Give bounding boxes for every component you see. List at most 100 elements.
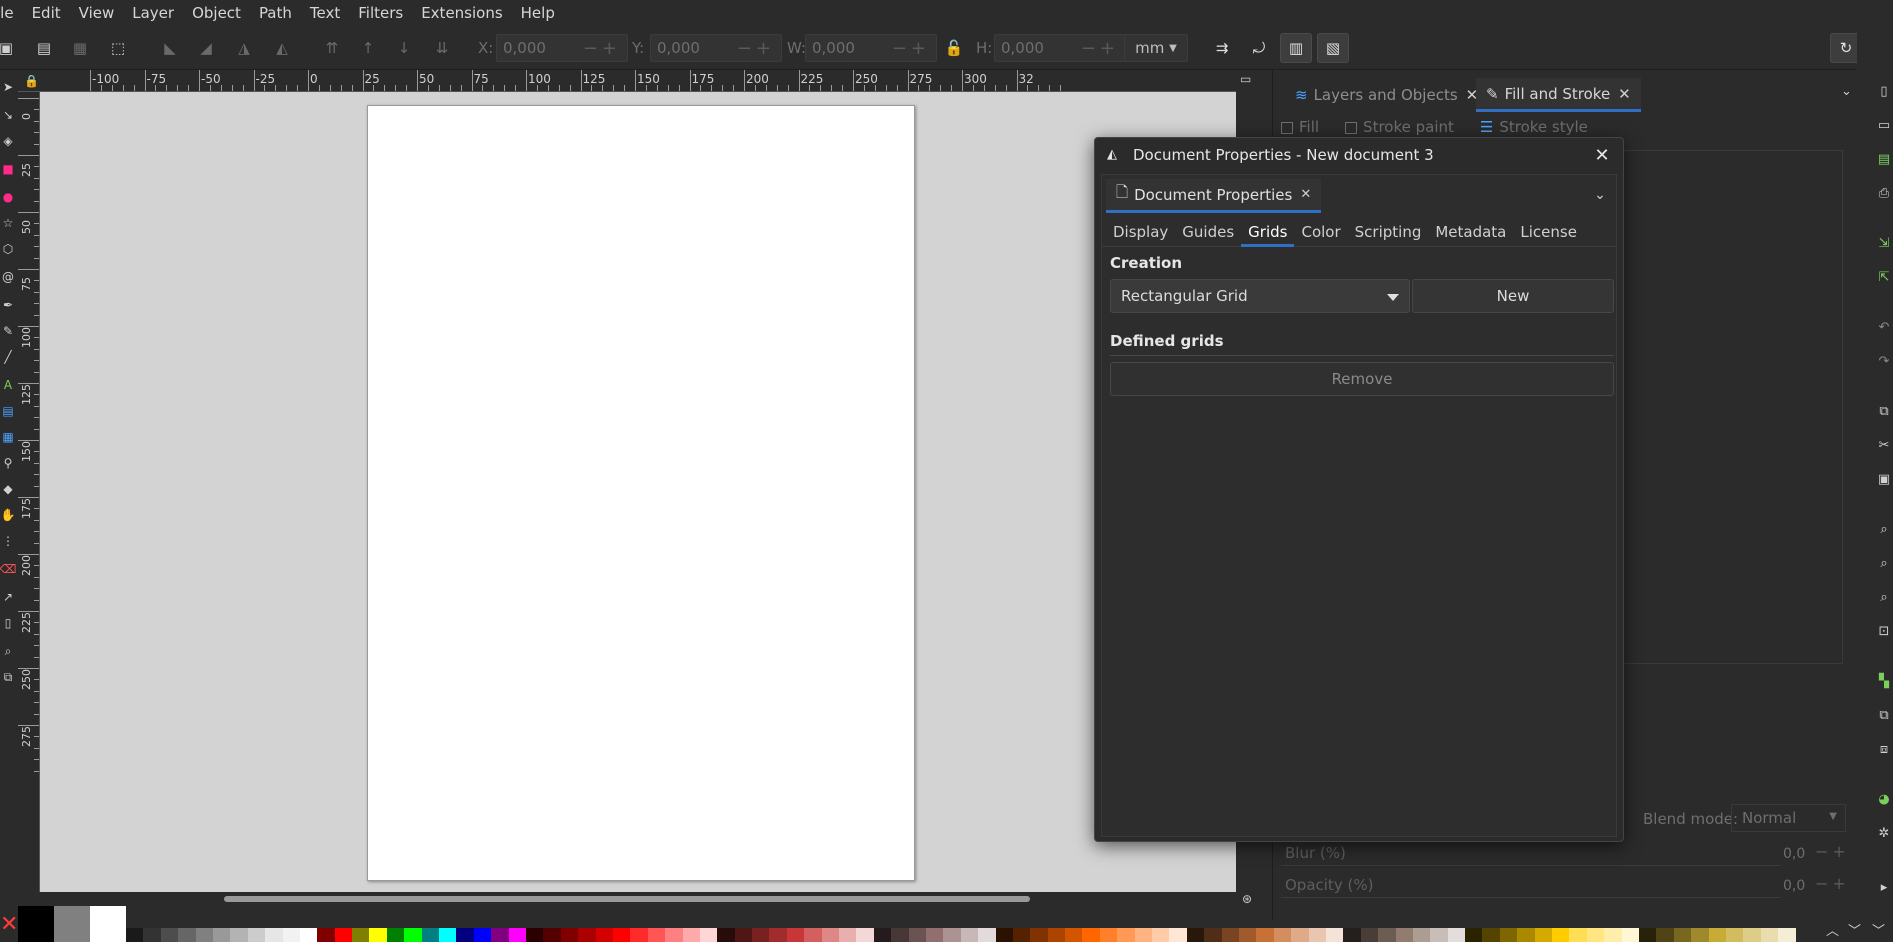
width-field[interactable]: W: 0,000 −+ [787, 34, 937, 62]
palette-swatch[interactable] [386, 928, 405, 942]
ungroup-icon[interactable]: ✲ [1875, 824, 1893, 842]
dropper-tool-icon[interactable]: ⚲ [0, 454, 16, 472]
close-icon[interactable]: ✕ [1618, 85, 1631, 103]
spiral-tool-icon[interactable]: @ [0, 268, 16, 286]
ruler-lock-icon[interactable]: 🔒 [24, 74, 39, 88]
measure-tool-icon[interactable]: ⧉ [0, 668, 16, 686]
palette-swatch[interactable] [1621, 928, 1639, 942]
connector-tool-icon[interactable]: ↗ [0, 588, 16, 606]
blur-stepper-icon[interactable]: −+ [1815, 842, 1850, 861]
palette-swatch[interactable] [1325, 928, 1344, 942]
palette-swatch[interactable] [491, 928, 509, 942]
palette-swatch[interactable] [525, 928, 544, 942]
palette-swatch[interactable] [978, 928, 996, 942]
ellipse-tool-icon[interactable]: ● [0, 188, 16, 206]
palette-scroll-down-icon[interactable]: ﹀ [1848, 920, 1861, 939]
display-mode-icon[interactable]: ▭ [1236, 70, 1272, 92]
palette-swatch[interactable] [265, 928, 283, 942]
paint-bucket-icon[interactable]: ◆ [0, 480, 16, 498]
no-paint-swatch[interactable]: ✕ [0, 906, 18, 942]
palette-swatch[interactable] [1065, 928, 1083, 942]
redo-icon[interactable]: ↷ [1875, 352, 1893, 370]
spray-tool-icon[interactable]: ⋮ [0, 532, 16, 550]
palette-swatch[interactable] [1725, 928, 1744, 942]
opacity-value[interactable]: 0,0 [1783, 878, 1805, 894]
palette-swatch[interactable] [1743, 928, 1761, 942]
menu-path[interactable]: Path [250, 0, 301, 26]
palette-swatch[interactable] [352, 928, 370, 942]
palette-swatch[interactable] [717, 928, 735, 942]
lower-to-bottom-icon[interactable]: ⇊ [428, 34, 456, 62]
menu-text[interactable]: Text [301, 0, 349, 26]
palette-swatch[interactable] [456, 928, 474, 942]
palette-swatch[interactable] [1673, 928, 1692, 942]
palette-swatch[interactable] [560, 928, 579, 942]
gray-swatch[interactable] [54, 906, 90, 942]
document-page[interactable] [367, 105, 915, 881]
palette-swatch[interactable] [404, 928, 422, 942]
palette-swatch[interactable] [699, 928, 718, 942]
palette-swatch[interactable] [334, 928, 353, 942]
h-stepper-icon[interactable]: −+ [1081, 38, 1119, 59]
box-3d-tool-icon[interactable]: ⬡ [0, 240, 16, 258]
tab-display[interactable]: Display [1106, 217, 1175, 247]
rotate-cw-icon[interactable]: ◢ [192, 34, 220, 62]
palette-swatch[interactable] [839, 928, 857, 942]
export-icon[interactable]: ⇱ [1875, 268, 1893, 286]
gradient-tool-icon[interactable]: ▤ [0, 402, 16, 420]
horizontal-scrollbar[interactable] [40, 892, 1236, 906]
tab-scripting[interactable]: Scripting [1348, 217, 1429, 247]
palette-swatch[interactable] [1117, 928, 1135, 942]
menu-layer[interactable]: Layer [123, 0, 183, 26]
select-all-layers-icon[interactable]: ▤ [30, 34, 58, 62]
blur-value[interactable]: 0,0 [1783, 846, 1805, 862]
palette-swatch[interactable] [1412, 928, 1431, 942]
palette-swatch[interactable] [1430, 928, 1448, 942]
x-coordinate-field[interactable]: X: 0,000 −+ [478, 34, 628, 62]
palette-swatch[interactable] [212, 928, 231, 942]
pen-tool-icon[interactable]: ✒ [0, 296, 16, 314]
palette-swatch[interactable] [126, 928, 144, 942]
palette-swatch[interactable] [1204, 928, 1222, 942]
star-tool-icon[interactable]: ☆ [0, 214, 16, 232]
palette-swatch[interactable] [508, 928, 526, 942]
x-value[interactable]: 0,000 [503, 39, 546, 57]
palette-swatch[interactable] [1708, 928, 1726, 942]
palette-swatch[interactable] [630, 928, 648, 942]
palette-swatch[interactable] [1169, 928, 1187, 942]
expand-right-icon[interactable]: ▸ [1875, 878, 1893, 896]
scroll-thumb[interactable] [224, 896, 1030, 902]
move-gradients-icon[interactable]: ▥ [1280, 33, 1312, 63]
menu-help[interactable]: Help [512, 0, 564, 26]
palette-swatch[interactable] [1395, 928, 1413, 942]
opacity-field[interactable]: Opacity (%) [1281, 872, 1781, 898]
palette-swatch[interactable] [1082, 928, 1100, 942]
tab-document-properties[interactable]: 🗋 Document Properties ✕ [1106, 179, 1322, 213]
text-tool-icon[interactable]: A [0, 376, 16, 394]
palette-swatch[interactable] [299, 928, 318, 942]
duplicate-icon[interactable]: ▚ [1875, 672, 1893, 690]
palette-swatch[interactable] [734, 928, 753, 942]
copy-icon[interactable]: ⧉ [1875, 402, 1893, 420]
y-stepper-icon[interactable]: −+ [737, 38, 775, 59]
raise-icon[interactable]: ↑ [354, 34, 382, 62]
new-document-icon[interactable]: ▯ [1875, 82, 1893, 100]
pages-tool-icon[interactable]: ▯ [0, 614, 16, 632]
palette-swatch[interactable] [647, 928, 666, 942]
palette-swatch[interactable] [1778, 928, 1796, 942]
palette-swatch[interactable] [1447, 928, 1466, 942]
cut-icon[interactable]: ✂ [1875, 436, 1893, 454]
close-icon[interactable]: ✕ [1591, 144, 1613, 166]
palette-swatch[interactable] [786, 928, 805, 942]
unit-select[interactable]: mm ▼ [1124, 34, 1188, 62]
palette-swatch[interactable] [369, 928, 387, 942]
canvas[interactable] [40, 92, 1236, 892]
palette-swatch[interactable] [943, 928, 961, 942]
palette-swatch[interactable] [1465, 928, 1483, 942]
select-same-icon[interactable]: ⬚ [104, 34, 132, 62]
palette-swatch[interactable] [439, 928, 457, 942]
palette-swatch[interactable] [178, 928, 196, 942]
h-value[interactable]: 0,000 [1001, 39, 1044, 57]
menu-object[interactable]: Object [183, 0, 250, 26]
zoom-selection-icon[interactable]: ⌕ [1875, 520, 1893, 538]
